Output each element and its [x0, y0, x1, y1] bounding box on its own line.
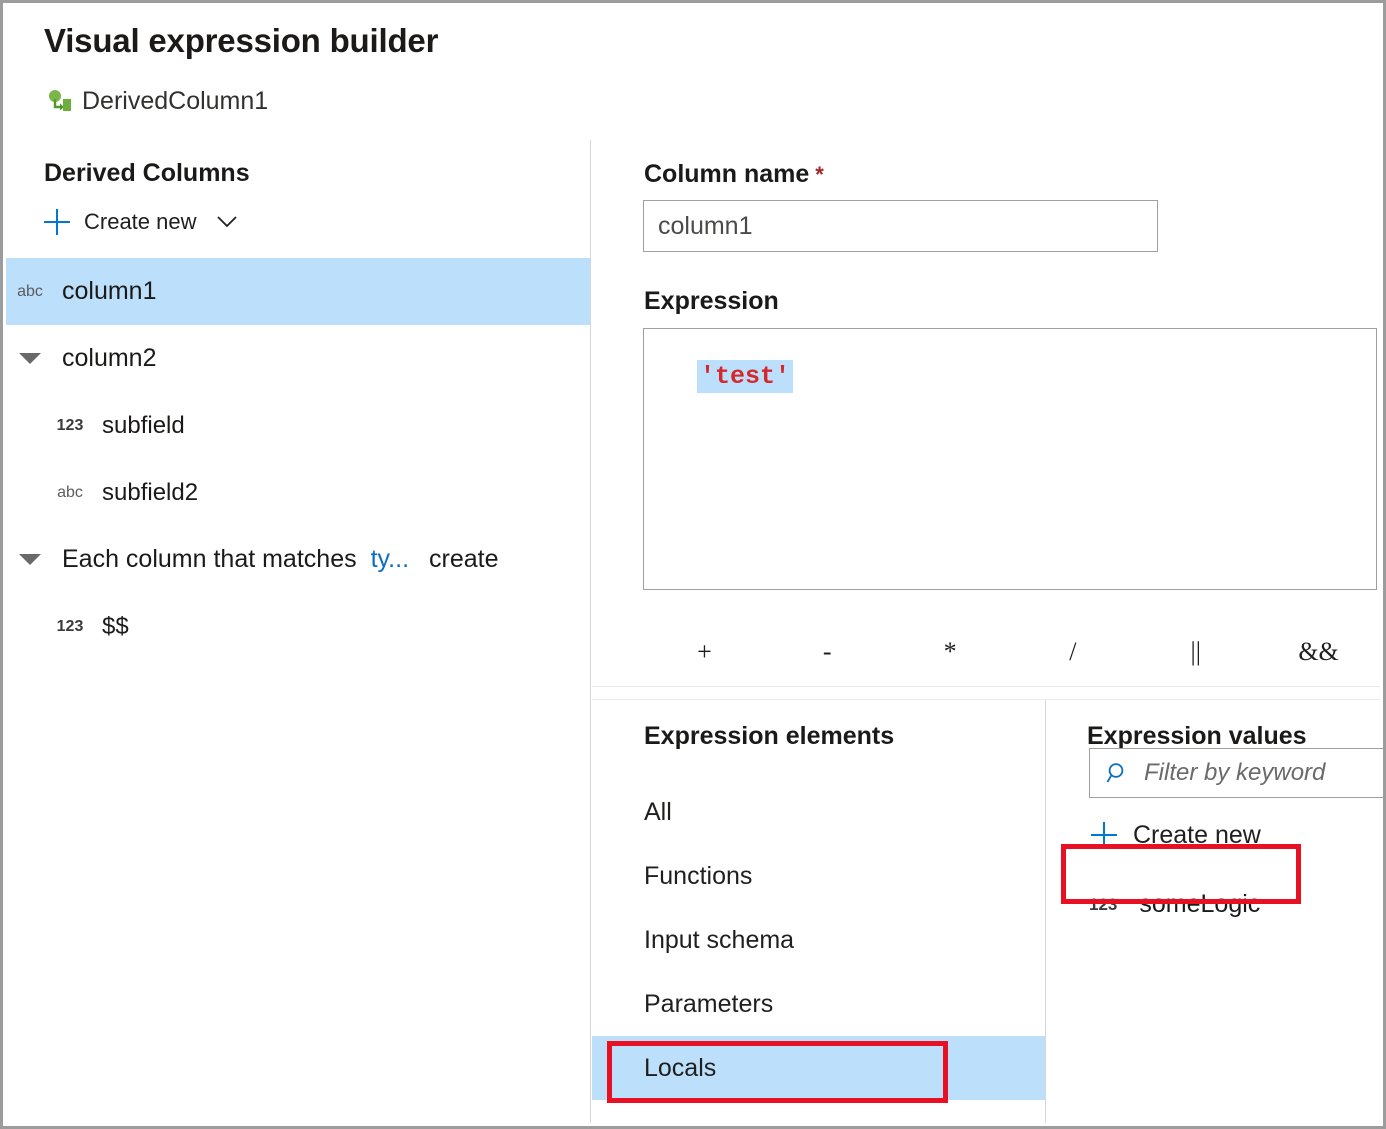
expression-editor-panel: Column name* Expression 'test' + - * / |… — [592, 140, 1380, 1123]
column-name-label-text: Column name — [644, 160, 809, 188]
column-name-input[interactable] — [643, 200, 1158, 252]
breadcrumb: DerivedColumn1 — [47, 87, 268, 116]
operator-plus-button[interactable]: + — [643, 637, 766, 667]
tree-item-subfield[interactable]: 123 subfield — [6, 392, 590, 459]
derived-columns-title: Derived Columns — [44, 159, 250, 188]
expression-values-title: Expression values — [1087, 722, 1307, 751]
caret-down-icon[interactable] — [6, 353, 54, 364]
element-item-parameters[interactable]: Parameters — [592, 972, 1045, 1036]
operator-or-button[interactable]: || — [1134, 637, 1257, 667]
tree-item-subfield2[interactable]: abc subfield2 — [6, 459, 590, 526]
type-icon-123: 123 — [46, 618, 94, 636]
element-item-functions[interactable]: Functions — [592, 844, 1045, 908]
tree-item-column2[interactable]: column2 — [6, 325, 590, 392]
search-icon — [1106, 761, 1130, 785]
derived-columns-panel: Derived Columns Create new abc column1 c… — [6, 140, 591, 1123]
tree-item-label: $$ — [102, 613, 129, 641]
element-item-input-schema[interactable]: Input schema — [592, 908, 1045, 972]
tree-item-label-tail: create — [429, 545, 498, 574]
breadcrumb-label: DerivedColumn1 — [82, 87, 268, 116]
expression-elements-list: All Functions Input schema Parameters Lo… — [592, 780, 1045, 1100]
operator-and-button[interactable]: && — [1257, 637, 1380, 667]
element-item-locals[interactable]: Locals — [592, 1036, 1045, 1100]
type-icon-123: 123 — [46, 417, 94, 435]
type-icon-abc: abc — [46, 484, 94, 502]
tree-item-label: subfield2 — [102, 479, 198, 507]
tree-item-column1[interactable]: abc column1 — [6, 258, 590, 325]
operator-toolbar: + - * / || && — [643, 617, 1380, 687]
tree-item-each-column-rule[interactable]: Each column that matches ty... create — [6, 526, 590, 593]
operator-multiply-button[interactable]: * — [889, 637, 1012, 667]
required-marker: * — [815, 162, 824, 187]
expression-text: 'test' — [697, 360, 793, 393]
type-icon-123: 123 — [1089, 895, 1117, 915]
value-item-somelogic[interactable]: 123 someLogic — [1089, 890, 1260, 919]
tree-item-label: column1 — [62, 277, 157, 306]
plus-icon — [1091, 822, 1117, 848]
caret-down-icon[interactable] — [6, 554, 54, 565]
tree-item-label: subfield — [102, 412, 185, 440]
filter-input-wrapper[interactable] — [1089, 748, 1386, 798]
expression-elements-title: Expression elements — [644, 722, 894, 751]
divider — [592, 686, 1380, 687]
operator-minus-button[interactable]: - — [766, 637, 889, 667]
expression-values-panel: Expression values Create new 123 — [1047, 700, 1380, 1123]
value-item-label: someLogic — [1139, 890, 1260, 919]
derived-columns-tree: abc column1 column2 123 subfield abc sub… — [6, 258, 590, 660]
tree-item-type-link[interactable]: ty... — [371, 545, 409, 574]
type-icon-abc: abc — [6, 283, 54, 301]
derived-column-icon — [47, 89, 73, 115]
expression-browser: Expression elements All Functions Input … — [592, 700, 1380, 1123]
sidebar-create-new-label: Create new — [84, 209, 197, 235]
filter-input[interactable] — [1142, 758, 1386, 788]
tree-item-dollar-dollar[interactable]: 123 $$ — [6, 593, 590, 660]
plus-icon — [44, 209, 70, 235]
expression-label: Expression — [644, 287, 779, 316]
values-create-new-button[interactable]: Create new — [1091, 812, 1261, 858]
operator-divide-button[interactable]: / — [1011, 637, 1134, 667]
expression-textarea[interactable]: 'test' — [643, 328, 1377, 590]
tree-item-label: column2 — [62, 344, 157, 373]
element-item-all[interactable]: All — [592, 780, 1045, 844]
values-create-new-label: Create new — [1133, 821, 1261, 850]
column-name-label: Column name* — [644, 160, 824, 189]
chevron-down-icon[interactable] — [217, 216, 237, 228]
sidebar-create-new-button[interactable]: Create new — [44, 206, 237, 238]
page-title: Visual expression builder — [44, 22, 438, 60]
expression-elements-panel: Expression elements All Functions Input … — [592, 700, 1046, 1123]
tree-item-label: Each column that matches — [62, 545, 357, 574]
visual-expression-builder-window: Visual expression builder DerivedColumn1… — [0, 0, 1386, 1129]
